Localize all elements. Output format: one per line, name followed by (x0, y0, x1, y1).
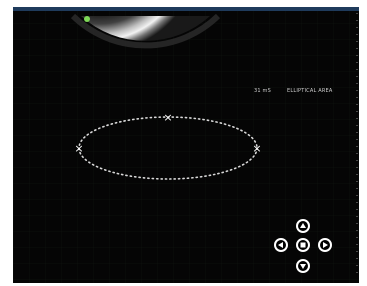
arrow-left-icon (278, 242, 283, 248)
nav-right-button[interactable] (318, 238, 332, 252)
measurement-label: ELLIPTICAL AREA (287, 88, 333, 94)
ultrasound-viewer: × × × 31 mS ELLIPTICAL AREA (13, 7, 359, 283)
nav-center-button[interactable] (296, 238, 310, 252)
nav-left-button[interactable] (274, 238, 288, 252)
nav-down-button[interactable] (296, 259, 310, 273)
caliper-left-marker[interactable]: × (74, 142, 83, 155)
caliper-top-marker[interactable]: × (163, 111, 172, 124)
measurement-value: 31 mS (254, 88, 271, 94)
navigation-pad (267, 217, 339, 277)
top-bar (13, 7, 359, 11)
caliper-right-marker[interactable]: × (252, 142, 261, 155)
arrow-down-icon (300, 264, 306, 269)
arrow-right-icon (323, 242, 328, 248)
arrow-up-icon (300, 223, 306, 228)
probe-indicator (84, 16, 90, 22)
nav-up-button[interactable] (296, 219, 310, 233)
stop-square-icon (300, 242, 306, 248)
